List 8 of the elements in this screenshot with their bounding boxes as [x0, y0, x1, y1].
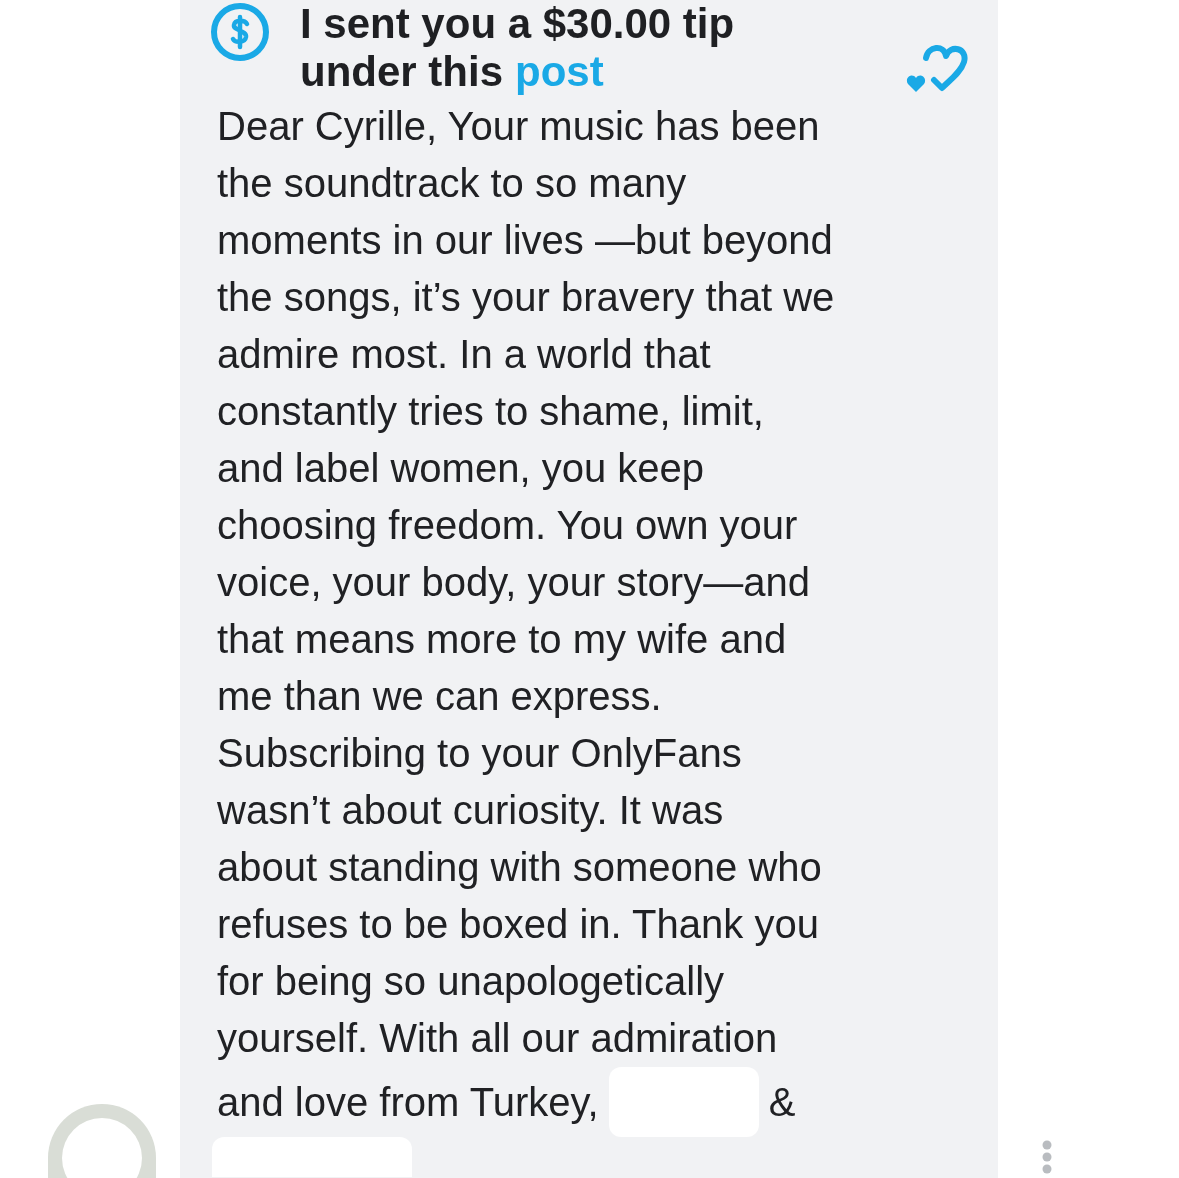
- heart-icon[interactable]: [906, 44, 968, 94]
- post-link[interactable]: post: [515, 48, 604, 96]
- message-text: &: [768, 1078, 796, 1126]
- tip-title: under this: [300, 48, 503, 96]
- more-options-icon[interactable]: [1041, 1140, 1053, 1174]
- message-text: and love from Turkey,: [217, 1078, 599, 1126]
- dollar-icon: [210, 2, 270, 62]
- tip-title: I sent you a $30.00 tip: [300, 0, 735, 48]
